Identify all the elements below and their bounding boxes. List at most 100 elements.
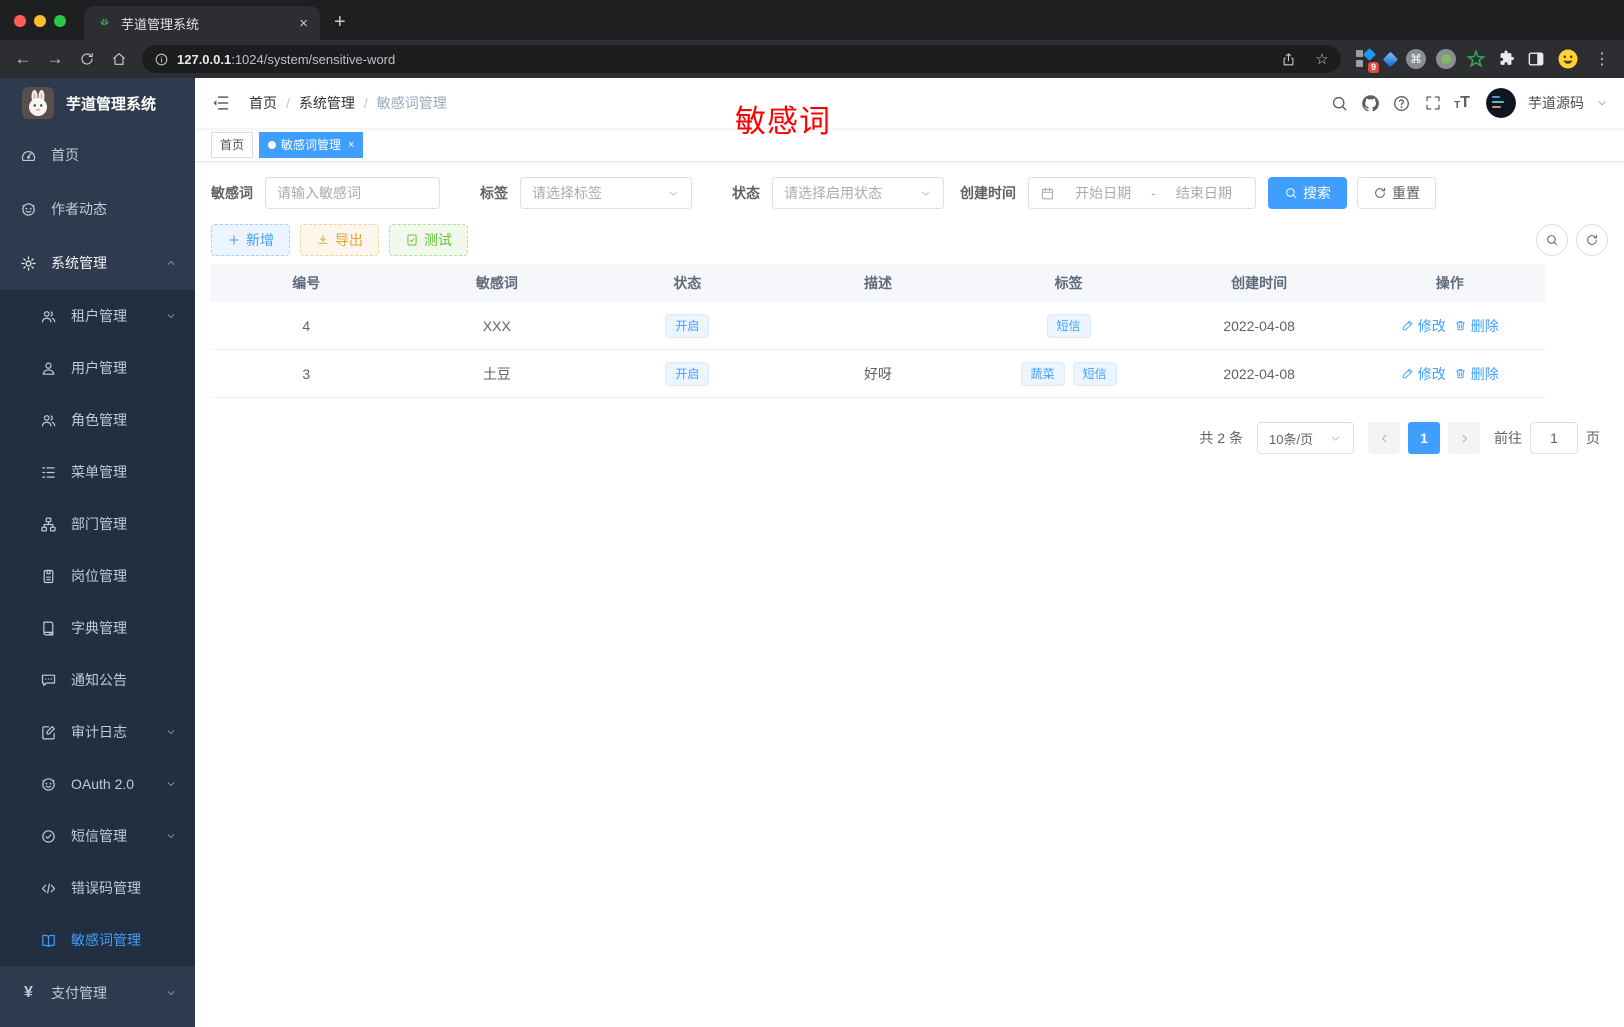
chrome-menu-icon[interactable]: ⋮	[1588, 49, 1616, 69]
app-title: 芋道管理系统	[66, 95, 157, 113]
breadcrumb-home[interactable]: 首页	[249, 93, 277, 113]
badge-check-icon	[42, 829, 55, 843]
username-label[interactable]: 芋道源码	[1528, 93, 1584, 113]
sidebar-item-audit-log[interactable]: 审计日志	[0, 706, 195, 758]
recorder-extension-icon[interactable]	[1436, 49, 1456, 69]
sidebar-item-label: 菜单管理	[71, 464, 127, 480]
reload-button[interactable]	[72, 44, 102, 74]
chevron-down-icon	[669, 191, 678, 196]
app-logo-row[interactable]: 芋道管理系统	[0, 78, 195, 128]
sidebar-item-user[interactable]: 用户管理	[0, 342, 195, 394]
url-bar[interactable]: 127.0.0.1:1024/system/sensitive-word ☆	[142, 45, 1341, 73]
tag-close-icon[interactable]: ×	[348, 139, 354, 151]
sidebar: 芋道管理系统 首页 作者动态 系统管理 租户管理 用户管理 角色管理 菜单管理 …	[0, 78, 195, 1027]
user-avatar[interactable]	[1486, 88, 1516, 118]
sidebar-item-label: 系统管理	[51, 255, 107, 271]
profile-avatar-emoji[interactable]	[1556, 47, 1580, 71]
green-star-extension-icon[interactable]	[1466, 49, 1486, 69]
back-button[interactable]: ←	[8, 44, 38, 74]
sidebar-item-menu[interactable]: 菜单管理	[0, 446, 195, 498]
share-button[interactable]	[1275, 46, 1301, 72]
sidebar-item-author-news[interactable]: 作者动态	[0, 182, 195, 236]
add-button[interactable]: 新增	[211, 224, 290, 256]
sidebar-item-sms[interactable]: 短信管理	[0, 810, 195, 862]
sidebar-item-home[interactable]: 首页	[0, 128, 195, 182]
tag-view-sensitive-word[interactable]: 敏感词管理 ×	[259, 131, 364, 158]
window-minimize-button[interactable]	[34, 15, 46, 27]
github-icon	[1362, 94, 1380, 111]
edit-link[interactable]: 修改	[1401, 316, 1446, 336]
search-button[interactable]: 搜索	[1268, 177, 1347, 209]
keyword-input[interactable]	[277, 185, 428, 201]
side-panel-icon[interactable]	[1526, 49, 1546, 69]
sidebar-item-pay[interactable]: ¥ 支付管理	[0, 966, 195, 1020]
prev-page-button[interactable]	[1368, 422, 1400, 454]
breadcrumb-system[interactable]: 系统管理	[299, 93, 355, 113]
tag-select[interactable]: 请选择标签	[520, 177, 692, 209]
reset-button[interactable]: 重置	[1357, 177, 1436, 209]
sidebar-item-error-code[interactable]: 错误码管理	[0, 862, 195, 914]
page-size-select[interactable]: 10条/页	[1257, 422, 1354, 454]
bookmark-star-icon[interactable]: ☆	[1309, 46, 1335, 72]
grid-extension-icon[interactable]: 9	[1355, 48, 1379, 73]
page-number-button[interactable]: 1	[1408, 422, 1440, 454]
delete-link[interactable]: 删除	[1454, 364, 1499, 384]
sidebar-item-sensitive-word[interactable]: 敏感词管理	[0, 914, 195, 966]
filter-form: 敏感词 标签 请选择标签 状态	[211, 177, 1608, 209]
window-close-button[interactable]	[14, 15, 26, 27]
collapse-sidebar-icon[interactable]	[211, 93, 231, 113]
caret-down-icon[interactable]	[1596, 97, 1608, 109]
home-button[interactable]	[104, 44, 134, 74]
export-button[interactable]: 导出	[300, 224, 379, 256]
test-button[interactable]: 测试	[389, 224, 468, 256]
header-search-button[interactable]	[1330, 94, 1349, 113]
sidebar-item-label: 岗位管理	[71, 568, 127, 584]
refresh-table-button[interactable]	[1576, 224, 1608, 256]
sidebar-item-oauth[interactable]: OAuth 2.0	[0, 758, 195, 810]
end-date-placeholder[interactable]: 结束日期	[1164, 183, 1244, 203]
user-icon	[42, 362, 55, 375]
refresh-icon	[1375, 187, 1386, 198]
fullscreen-button[interactable]	[1423, 94, 1442, 113]
open-book-icon	[42, 934, 55, 947]
edit-link[interactable]: 修改	[1401, 364, 1446, 384]
share-icon	[1283, 52, 1293, 65]
help-button[interactable]	[1392, 94, 1411, 113]
delete-link[interactable]: 删除	[1454, 316, 1499, 336]
next-page-button[interactable]	[1448, 422, 1480, 454]
browser-tab-strip: 芋道管理系统 × +	[0, 0, 1624, 40]
tag-view-home[interactable]: 首页	[211, 131, 254, 158]
new-tab-button[interactable]: +	[320, 11, 360, 40]
sidebar-item-post[interactable]: 岗位管理	[0, 550, 195, 602]
font-size-button[interactable]: TT	[1454, 95, 1470, 112]
chevron-down-icon	[167, 782, 175, 786]
window-fullscreen-button[interactable]	[54, 15, 66, 27]
sidebar-item-label: 角色管理	[71, 412, 127, 428]
sidebar-item-tenant[interactable]: 租户管理	[0, 290, 195, 342]
toggle-search-button[interactable]	[1536, 224, 1568, 256]
command-extension-icon[interactable]: ⌘	[1406, 49, 1426, 69]
sidebar-item-system[interactable]: 系统管理	[0, 236, 195, 290]
tag-label: 标签	[480, 185, 508, 201]
status-select[interactable]: 请选择启用状态	[772, 177, 944, 209]
trash-icon	[1455, 368, 1465, 379]
site-info-icon[interactable]	[154, 52, 169, 67]
sidebar-item-dict[interactable]: 字典管理	[0, 602, 195, 654]
tab-close-icon[interactable]: ×	[299, 15, 308, 32]
sidebar-item-notice[interactable]: 通知公告	[0, 654, 195, 706]
red-overlay-text: 敏感词	[735, 104, 831, 139]
start-date-placeholder[interactable]: 开始日期	[1063, 183, 1143, 203]
sidebar-item-dept[interactable]: 部门管理	[0, 498, 195, 550]
tag-select-placeholder: 请选择标签	[532, 185, 602, 201]
extensions-puzzle-icon[interactable]	[1496, 49, 1516, 69]
github-button[interactable]	[1361, 94, 1380, 113]
date-range-picker[interactable]: 开始日期 - 结束日期	[1028, 177, 1256, 209]
gem-extension-icon[interactable]	[1382, 51, 1399, 67]
sidebar-item-role[interactable]: 角色管理	[0, 394, 195, 446]
sidebar-item-label: 支付管理	[51, 985, 107, 1001]
browser-tab[interactable]: 芋道管理系统 ×	[84, 6, 320, 40]
goto-page-input[interactable]	[1530, 422, 1578, 454]
fullscreen-icon	[1425, 96, 1440, 110]
forward-button[interactable]: →	[40, 44, 70, 74]
pencil-icon	[1402, 320, 1412, 331]
